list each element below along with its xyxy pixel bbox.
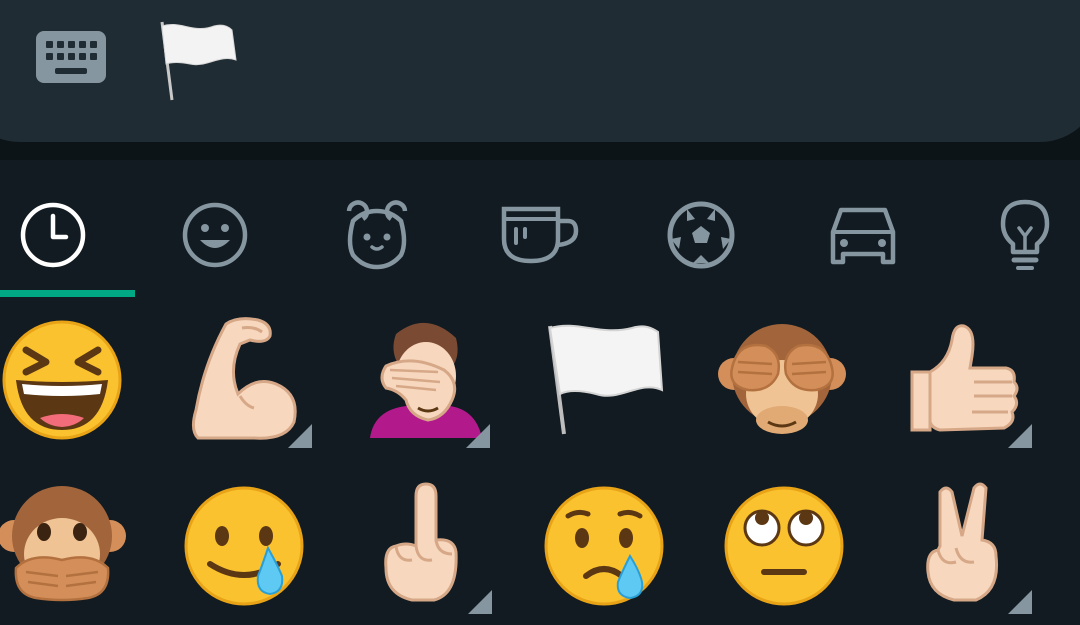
bear-icon	[346, 200, 408, 270]
smiley-icon	[182, 202, 248, 268]
skin-tone-indicator	[468, 590, 492, 614]
skin-tone-indicator	[1008, 590, 1032, 614]
tab-food[interactable]	[494, 190, 584, 280]
emoji-crying-face[interactable]	[534, 476, 674, 616]
cup-icon	[501, 206, 579, 264]
car-icon	[830, 207, 896, 265]
skin-tone-indicator	[1008, 424, 1032, 448]
emoji-flexed-biceps[interactable]	[176, 310, 316, 450]
lightbulb-icon	[1000, 199, 1050, 270]
tab-objects[interactable]	[980, 190, 1070, 280]
tab-recent[interactable]	[8, 190, 98, 280]
clock-icon	[20, 202, 86, 268]
white-flag-draft-emoji	[160, 21, 237, 101]
skin-tone-indicator	[466, 424, 490, 448]
emoji-index-pointing-up[interactable]	[356, 476, 496, 616]
emoji-speak-no-evil-monkey[interactable]	[0, 476, 132, 616]
emoji-thumbs-up[interactable]	[896, 310, 1036, 450]
tab-smileys[interactable]	[170, 190, 260, 280]
tab-activity[interactable]	[656, 190, 746, 280]
emoji-category-tabs	[0, 160, 1080, 300]
tab-travel[interactable]	[818, 190, 908, 280]
selected-tab-indicator	[0, 290, 135, 297]
skin-tone-indicator	[288, 424, 312, 448]
emoji-face-with-rolling-eyes[interactable]	[714, 476, 854, 616]
emoji-person-facepalming[interactable]	[356, 310, 496, 450]
tab-animals[interactable]	[332, 190, 422, 280]
soccer-ball-icon	[667, 201, 735, 269]
emoji-smiling-face-with-tear[interactable]	[174, 476, 314, 616]
emoji-victory-hand[interactable]	[896, 476, 1036, 616]
input-area	[0, 0, 1080, 160]
keyboard-icon[interactable]	[36, 31, 106, 83]
emoji-white-flag[interactable]	[540, 310, 680, 450]
message-input-bar[interactable]	[0, 0, 1080, 142]
emoji-grinning-squinting-face[interactable]	[0, 310, 132, 450]
emoji-panel	[0, 160, 1080, 625]
emoji-see-no-evil-monkey[interactable]	[712, 310, 852, 450]
